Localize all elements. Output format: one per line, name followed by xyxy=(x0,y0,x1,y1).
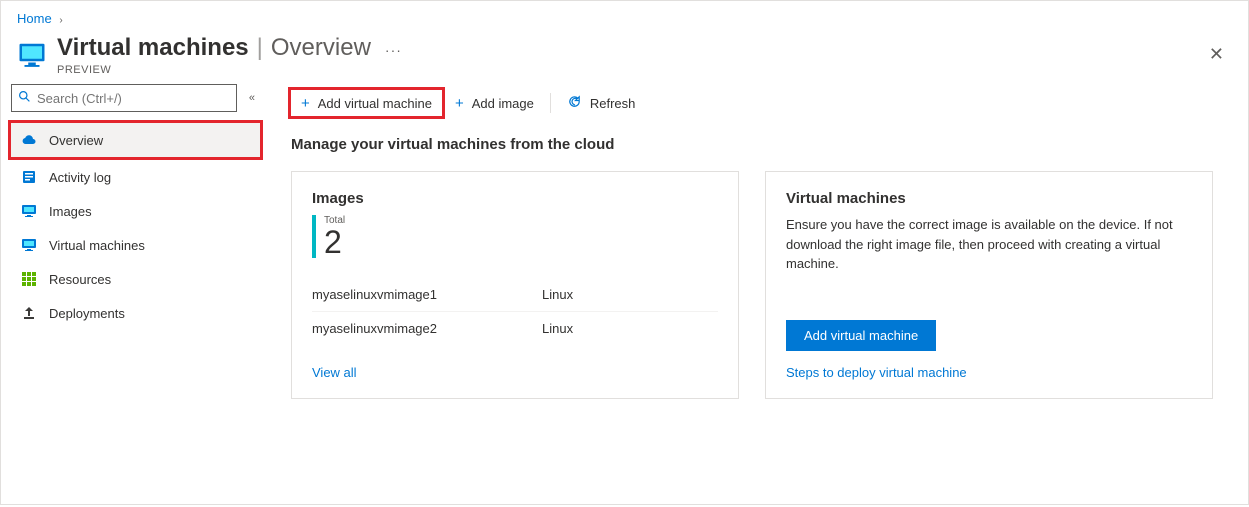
add-vm-button[interactable]: + Add virtual machine xyxy=(288,87,445,119)
sidebar-item-label: Deployments xyxy=(49,306,125,321)
table-row[interactable]: myaselinuxvmimage1 Linux xyxy=(312,278,718,312)
cloud-icon xyxy=(21,132,37,148)
vm-icon xyxy=(21,237,37,253)
total-count: 2 xyxy=(324,226,345,258)
sidebar-item-deployments[interactable]: Deployments xyxy=(11,296,265,330)
card-title: Images xyxy=(312,190,718,207)
page-title: Virtual machines xyxy=(57,34,249,62)
breadcrumb-home[interactable]: Home xyxy=(17,11,52,26)
more-menu-icon[interactable]: ··· xyxy=(385,42,402,58)
log-icon xyxy=(21,169,37,185)
plus-icon: + xyxy=(455,95,464,112)
refresh-button[interactable]: Refresh xyxy=(557,87,646,119)
refresh-icon xyxy=(567,94,582,113)
view-all-link[interactable]: View all xyxy=(312,365,357,380)
sidebar-item-resources[interactable]: Resources xyxy=(11,262,265,296)
sidebar-item-label: Images xyxy=(49,204,92,219)
close-icon[interactable]: ✕ xyxy=(1201,38,1232,71)
sidebar-item-label: Activity log xyxy=(49,170,111,185)
search-input[interactable] xyxy=(37,91,230,106)
vm-card: Virtual machines Ensure you have the cor… xyxy=(765,171,1213,399)
sidebar-item-virtual-machines[interactable]: Virtual machines xyxy=(11,228,265,262)
search-input-wrapper[interactable] xyxy=(11,84,237,112)
breadcrumb: Home › xyxy=(1,1,1248,30)
upload-icon xyxy=(21,305,37,321)
add-vm-primary-button[interactable]: Add virtual machine xyxy=(786,320,936,351)
images-card: Images Total 2 myaselinuxvmimage1 Linux … xyxy=(291,171,739,399)
vm-card-description: Ensure you have the correct image is ava… xyxy=(786,215,1192,300)
plus-icon: + xyxy=(301,95,310,112)
sidebar-item-overview[interactable]: Overview xyxy=(11,123,260,157)
virtual-machine-icon xyxy=(17,40,47,70)
sidebar-item-label: Overview xyxy=(49,133,103,148)
table-row[interactable]: myaselinuxvmimage2 Linux xyxy=(312,312,718,345)
total-count-block: Total 2 xyxy=(312,215,718,258)
card-title: Virtual machines xyxy=(786,190,1192,207)
page-subtitle: Overview xyxy=(271,34,371,62)
sidebar-item-images[interactable]: Images xyxy=(11,194,265,228)
add-image-button[interactable]: + Add image xyxy=(445,87,544,119)
chevron-right-icon: › xyxy=(59,15,62,26)
preview-badge: PREVIEW xyxy=(57,64,1201,76)
sidebar-item-label: Virtual machines xyxy=(49,238,145,253)
section-heading: Manage your virtual machines from the cl… xyxy=(291,136,1222,153)
search-icon xyxy=(18,90,31,106)
toolbar: + Add virtual machine + Add image Refres… xyxy=(291,84,1222,122)
sidebar-item-label: Resources xyxy=(49,272,111,287)
sidebar-item-activity-log[interactable]: Activity log xyxy=(11,160,265,194)
collapse-sidebar-icon[interactable]: « xyxy=(249,92,261,104)
steps-link[interactable]: Steps to deploy virtual machine xyxy=(786,365,1192,380)
grid-icon xyxy=(21,271,37,287)
sidebar: « Overview Activity log Images xyxy=(1,84,265,507)
monitor-icon xyxy=(21,203,37,219)
